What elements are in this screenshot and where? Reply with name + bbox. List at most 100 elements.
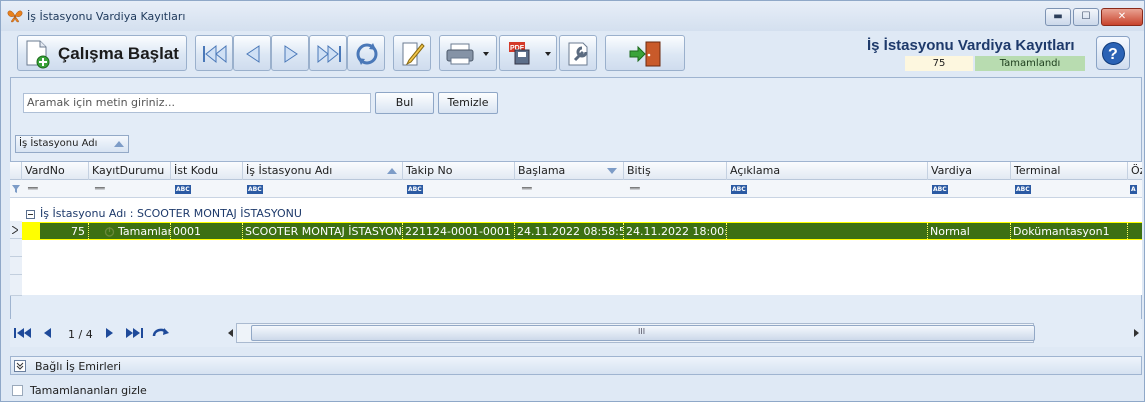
cell-vardno[interactable]: 75 bbox=[40, 223, 89, 239]
refresh-button[interactable] bbox=[347, 35, 385, 71]
column-header[interactable]: VardNo bbox=[22, 162, 89, 180]
page-title: İş İstasyonu Vardiya Kayıtları bbox=[867, 37, 1075, 54]
start-work-label: Çalışma Başlat bbox=[58, 44, 179, 63]
record-navigator: 1 / 4 III bbox=[10, 319, 1142, 347]
first-page-icon[interactable] bbox=[14, 327, 32, 339]
printer-icon bbox=[446, 43, 489, 65]
help-button[interactable]: ? bbox=[1096, 36, 1130, 70]
filter-icon bbox=[12, 185, 20, 193]
sort-descending-icon bbox=[607, 168, 617, 174]
main-window: İş İstasyonu Vardiya Kayıtları ▬ ☐ ✕ Çal… bbox=[0, 0, 1145, 402]
column-header[interactable]: Terminal bbox=[1011, 162, 1128, 180]
last-page-icon[interactable] bbox=[125, 327, 143, 339]
horizontal-scrollbar[interactable]: III bbox=[236, 323, 1035, 343]
table-row[interactable]: 75 Tamamlandı 0001 SCOOTER MONTAJ İSTASY… bbox=[22, 222, 1142, 240]
equals-operator-icon: ══ bbox=[522, 184, 532, 193]
equals-operator-icon: ══ bbox=[630, 184, 640, 193]
data-grid: VardNo KayıtDurumu İst Kodu İş İstasyonu… bbox=[10, 161, 1142, 296]
text-filter-icon: ABC bbox=[247, 185, 263, 194]
sort-ascending-icon bbox=[114, 141, 124, 147]
maximize-button[interactable]: ☐ bbox=[1073, 8, 1099, 26]
equals-operator-icon: ══ bbox=[95, 184, 105, 193]
previous-record-button[interactable] bbox=[233, 35, 271, 71]
close-button[interactable]: ✕ bbox=[1101, 8, 1143, 26]
next-record-button[interactable] bbox=[271, 35, 309, 71]
print-button[interactable] bbox=[439, 35, 497, 71]
settings-button[interactable] bbox=[559, 35, 597, 71]
collapse-group-icon bbox=[26, 210, 35, 219]
exit-button[interactable] bbox=[605, 35, 685, 71]
group-by-label: İş İstasyonu Adı bbox=[19, 138, 98, 149]
next-icon bbox=[284, 45, 298, 63]
window-title: İş İstasyonu Vardiya Kayıtları bbox=[27, 10, 186, 23]
power-icon bbox=[104, 227, 115, 237]
row-indicator[interactable] bbox=[10, 275, 22, 296]
toolbar: Çalışma Başlat PDF İş İstasyonu Vardiya … bbox=[1, 31, 1144, 75]
cell-terminal[interactable]: Dokümantasyon1 bbox=[1011, 223, 1128, 239]
expand-icon[interactable] bbox=[14, 360, 26, 372]
previous-page-icon[interactable] bbox=[42, 327, 52, 339]
group-row[interactable]: İş İstasyonu Adı : SCOOTER MONTAJ İSTASY… bbox=[22, 207, 1142, 221]
edit-button[interactable] bbox=[393, 35, 431, 71]
cell-bitis[interactable]: 24.11.2022 18:00:00 bbox=[624, 223, 727, 239]
start-work-button[interactable]: Çalışma Başlat bbox=[17, 35, 187, 71]
search-input[interactable]: Aramak için metin giriniz... bbox=[23, 93, 371, 113]
butterfly-icon bbox=[7, 10, 23, 23]
column-header[interactable]: KayıtDurumu bbox=[89, 162, 171, 180]
column-header[interactable]: Takip No bbox=[403, 162, 515, 180]
svg-text:?: ? bbox=[1108, 46, 1118, 63]
minimize-button[interactable]: ▬ bbox=[1045, 8, 1071, 26]
clear-button[interactable]: Temizle bbox=[438, 92, 498, 114]
text-filter-icon: ABC bbox=[731, 185, 747, 194]
last-record-button[interactable] bbox=[309, 35, 347, 71]
scroll-right-icon[interactable] bbox=[1134, 329, 1140, 337]
column-header[interactable]: İş İstasyonu Adı bbox=[243, 162, 403, 180]
linked-work-orders-panel[interactable]: Bağlı İş Emirleri bbox=[10, 356, 1142, 375]
new-document-icon bbox=[26, 40, 50, 69]
row-indicator-header bbox=[10, 162, 22, 180]
column-header[interactable]: Bitiş bbox=[624, 162, 727, 180]
cell-status[interactable]: Tamamlandı bbox=[89, 223, 171, 239]
current-row-icon bbox=[12, 226, 18, 234]
page-indicator: 1 / 4 bbox=[68, 328, 93, 341]
next-page-icon[interactable] bbox=[105, 327, 115, 339]
row-indicator[interactable] bbox=[10, 239, 22, 257]
cell-istasyon-adi[interactable]: SCOOTER MONTAJ İSTASYONU bbox=[243, 223, 403, 239]
grid-header: VardNo KayıtDurumu İst Kodu İş İstasyonu… bbox=[10, 162, 1142, 180]
refresh-page-icon[interactable] bbox=[152, 326, 170, 340]
column-header[interactable]: İst Kodu bbox=[171, 162, 243, 180]
last-icon bbox=[317, 44, 341, 64]
find-button[interactable]: Bul bbox=[375, 92, 434, 114]
filter-row[interactable]: ══ ══ ABC ABC ABC ══ ══ ABC ABC ABC A bbox=[10, 180, 1142, 198]
cell-aciklama[interactable] bbox=[727, 223, 928, 239]
scrollbar-thumb[interactable]: III bbox=[251, 325, 1035, 341]
group-row-label: İş İstasyonu Adı : SCOOTER MONTAJ İSTASY… bbox=[40, 207, 302, 220]
refresh-icon bbox=[356, 43, 378, 65]
status-badge: Tamamlandı bbox=[975, 56, 1085, 71]
help-icon: ? bbox=[1102, 42, 1125, 65]
row-indicator[interactable] bbox=[10, 221, 22, 239]
export-pdf-button[interactable]: PDF bbox=[499, 35, 557, 71]
column-header[interactable]: Öz bbox=[1128, 162, 1142, 180]
column-header-label: İş İstasyonu Adı bbox=[246, 164, 333, 177]
cell-takip-no[interactable]: 221124-0001-0001 bbox=[403, 223, 515, 239]
cell-ist-kodu[interactable]: 0001 bbox=[171, 223, 243, 239]
column-header[interactable]: Vardiya bbox=[928, 162, 1011, 180]
column-header[interactable]: Açıklama bbox=[727, 162, 928, 180]
row-indicator[interactable] bbox=[10, 257, 22, 275]
group-by-chip[interactable]: İş İstasyonu Adı bbox=[15, 135, 129, 153]
record-count: 75 bbox=[905, 56, 973, 71]
linked-work-orders-label: Bağlı İş Emirleri bbox=[35, 360, 121, 373]
previous-icon bbox=[246, 45, 260, 63]
title-bar: İş İstasyonu Vardiya Kayıtları ▬ ☐ ✕ bbox=[1, 1, 1144, 31]
text-filter-icon: ABC bbox=[407, 185, 423, 194]
scroll-left-icon[interactable] bbox=[228, 329, 234, 337]
cell-vardiya[interactable]: Normal bbox=[928, 223, 1011, 239]
cell-baslama[interactable]: 24.11.2022 08:58:50 bbox=[515, 223, 624, 239]
hide-completed-checkbox[interactable] bbox=[12, 385, 23, 396]
sort-ascending-icon bbox=[387, 168, 397, 174]
column-header[interactable]: Başlama bbox=[515, 162, 624, 180]
first-record-button[interactable] bbox=[195, 35, 233, 71]
cell-oz[interactable] bbox=[1128, 223, 1142, 239]
edit-icon bbox=[402, 42, 425, 66]
